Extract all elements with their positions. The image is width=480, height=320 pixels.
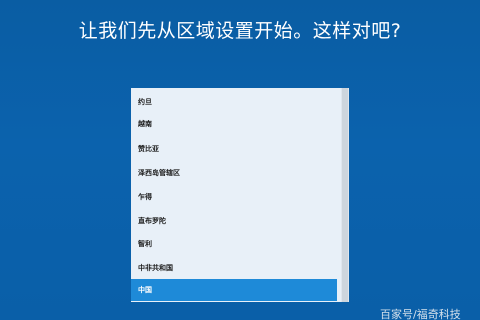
region-item-china[interactable]: 中国 [131, 279, 337, 301]
region-list-scrollbar[interactable] [341, 88, 349, 302]
region-item-chad[interactable]: 乍得 [131, 186, 337, 208]
region-list[interactable]: 约旦 越南 赞比亚 泽西岛管辖区 乍得 直布罗陀 智利 中非共和国 中国 [131, 88, 341, 302]
region-item-chile[interactable]: 智利 [131, 233, 337, 255]
watermark: 百家号/福奇科技 [380, 308, 461, 320]
region-item-gibraltar[interactable]: 直布罗陀 [131, 210, 337, 232]
region-item-jersey[interactable]: 泽西岛管辖区 [131, 162, 337, 184]
scrollbar-thumb[interactable] [342, 88, 348, 302]
region-item-vietnam[interactable]: 越南 [131, 113, 337, 135]
region-item-central-african-republic[interactable]: 中非共和国 [131, 257, 337, 279]
region-item-jordan[interactable]: 约旦 [131, 91, 337, 113]
page-title: 让我们先从区域设置开始。这样对吧? [78, 20, 402, 42]
region-item-zambia[interactable]: 赞比亚 [131, 138, 337, 160]
